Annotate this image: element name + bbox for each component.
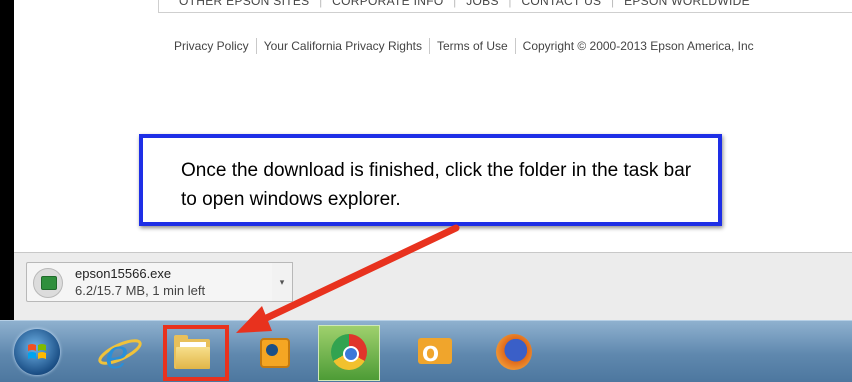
download-bar: epson15566.exe 6.2/15.7 MB, 1 min left ▾ (14, 252, 852, 321)
taskbar: e O (0, 320, 852, 382)
callout-text: Once the download is finished, click the… (181, 160, 692, 210)
privacy-policy-link[interactable]: Privacy Policy (174, 38, 257, 54)
top-nav-bar: OTHER EPSON SITES | CORPORATE INFO | JOB… (158, 0, 852, 13)
download-menu-button[interactable]: ▾ (272, 262, 293, 302)
chrome-icon[interactable] (318, 325, 380, 381)
top-nav-item[interactable]: OTHER EPSON SITES (179, 0, 309, 8)
download-filename: epson15566.exe (75, 266, 172, 281)
download-item[interactable]: epson15566.exe 6.2/15.7 MB, 1 min left (26, 262, 284, 302)
top-nav-links: OTHER EPSON SITES | CORPORATE INFO | JOB… (179, 0, 750, 8)
top-nav-item[interactable]: JOBS (466, 0, 499, 8)
windows-start-icon[interactable] (14, 329, 60, 375)
footer-links: Privacy Policy Your California Privacy Ri… (174, 38, 761, 54)
download-status: 6.2/15.7 MB, 1 min left (75, 283, 206, 298)
windows-flag-icon (28, 344, 46, 359)
terms-of-use-link[interactable]: Terms of Use (430, 38, 516, 54)
svg-text:e: e (105, 332, 129, 376)
internet-explorer-icon[interactable]: e (96, 328, 144, 378)
firefox-icon[interactable] (490, 328, 538, 376)
installer-file-icon (33, 268, 63, 298)
instruction-callout: Once the download is finished, click the… (139, 134, 722, 226)
california-privacy-link[interactable]: Your California Privacy Rights (257, 38, 430, 54)
top-nav-item[interactable]: CORPORATE INFO (332, 0, 443, 8)
copyright-text: Copyright © 2000-2013 Epson America, Inc (522, 39, 754, 53)
media-icon[interactable] (254, 328, 302, 376)
outlook-icon[interactable]: O (412, 328, 460, 376)
folder-highlight-box (163, 325, 229, 381)
top-nav-item[interactable]: EPSON WORLDWIDE (624, 0, 750, 8)
window-edge (0, 0, 14, 320)
top-nav-item[interactable]: CONTACT US (521, 0, 601, 8)
